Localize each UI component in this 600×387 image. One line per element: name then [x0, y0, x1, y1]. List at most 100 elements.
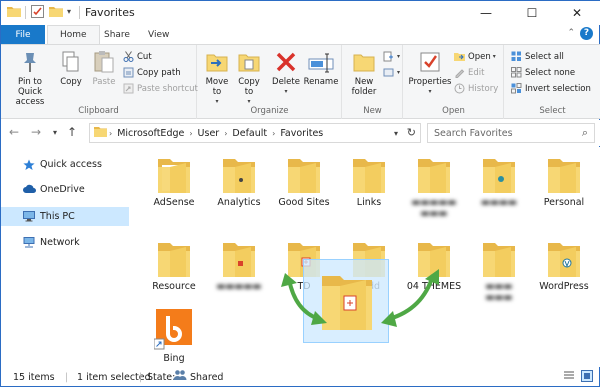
star-icon [23, 159, 35, 171]
status-divider: | [139, 371, 143, 383]
breadcrumb-separator[interactable]: › [224, 129, 227, 138]
refresh-icon[interactable]: ↻ [407, 126, 416, 139]
up-arrow-icon[interactable]: ↑ [67, 125, 77, 139]
details-view-icon[interactable] [563, 370, 575, 385]
invert-selection-button[interactable]: Invert selection [511, 83, 591, 94]
search-input[interactable]: Search Favorites ⌕ [427, 123, 595, 143]
edit-label: Edit [468, 67, 485, 78]
folder-item[interactable]: Resource [139, 239, 209, 292]
properties-quick-icon[interactable] [31, 5, 44, 18]
move-to-button[interactable]: Move to ▾ [202, 49, 232, 107]
breadcrumb-root-separator[interactable]: › [109, 129, 112, 138]
minimize-button[interactable]: — [463, 1, 509, 25]
new-folder-quick-icon[interactable] [49, 5, 63, 17]
folder-icon [156, 239, 192, 279]
select-all-button[interactable]: Select all [511, 51, 564, 62]
status-divider: | [65, 371, 69, 383]
select-none-button[interactable]: Select none [511, 67, 575, 78]
breadcrumb-separator[interactable]: › [189, 129, 192, 138]
rename-button[interactable]: Rename [304, 49, 338, 87]
customize-toolbar-icon[interactable]: ▾ [67, 7, 71, 16]
folder-item[interactable]: WordPress [529, 239, 599, 292]
folder-item[interactable]: ▬▬▬▬▬ ▬▬▬ [399, 155, 469, 219]
copy-path-icon [123, 67, 134, 78]
folder-item[interactable]: Links [334, 155, 404, 208]
recent-locations-icon[interactable]: ▾ [53, 128, 57, 137]
ribbon-tabs: File Home Share View ⌃ ? [1, 25, 600, 44]
folder-icon [156, 155, 192, 195]
status-state-label: State: [147, 371, 176, 383]
delete-button[interactable]: Delete ▾ [270, 49, 302, 97]
new-item-button[interactable]: ▾ [383, 51, 400, 62]
scissors-icon [123, 51, 134, 62]
open-button[interactable]: Open ▾ [454, 51, 496, 62]
folder-label: Personal [543, 197, 585, 208]
breadcrumb-user[interactable]: User [198, 128, 220, 139]
folder-icon [481, 239, 517, 279]
tab-view[interactable]: View [136, 25, 181, 44]
folder-item[interactable]: ▬▬▬▬ [464, 155, 534, 208]
forward-arrow-icon[interactable]: → [31, 125, 41, 139]
title-divider [79, 6, 80, 19]
breadcrumb-default[interactable]: Default [232, 128, 267, 139]
folder-item[interactable]: Personal [529, 155, 599, 208]
tab-file[interactable]: File [1, 25, 45, 44]
address-row: ← → ▾ ↑ › MicrosoftEdge › User › Default… [1, 120, 600, 146]
address-bar[interactable]: › MicrosoftEdge › User › Default › Favor… [89, 123, 421, 143]
nav-label-network: Network [40, 237, 80, 248]
rename-label: Rename [303, 77, 339, 87]
collapse-ribbon-icon[interactable]: ⌃ [567, 28, 575, 38]
paste-button[interactable]: Paste [89, 49, 119, 87]
folder-item[interactable]: ▬▬▬▬▬ [204, 239, 274, 292]
help-icon[interactable]: ? [580, 27, 593, 40]
breadcrumb-favorites[interactable]: Favorites [280, 128, 323, 139]
properties-button[interactable]: Properties ▾ [408, 49, 452, 97]
select-none-icon [511, 67, 522, 78]
nav-item-network[interactable]: Network [1, 233, 129, 252]
delete-label: Delete [272, 77, 300, 87]
select-group-label: Select [539, 106, 566, 116]
status-state-value: Shared [190, 371, 224, 383]
open-icon [454, 51, 465, 62]
shortcut-item-bing[interactable]: Bing [139, 307, 209, 364]
folder-label: WordPress [539, 281, 589, 292]
search-placeholder: Search Favorites [434, 127, 513, 139]
copy-path-button[interactable]: Copy path [123, 67, 181, 78]
breadcrumb-separator[interactable]: › [272, 129, 275, 138]
maximize-button[interactable]: ☐ [509, 1, 555, 25]
history-icon [454, 83, 465, 94]
cut-button[interactable]: Cut [123, 51, 152, 62]
move-to-label: Move to [205, 77, 229, 97]
edit-icon [454, 67, 465, 78]
paste-icon [91, 49, 117, 75]
edit-button[interactable]: Edit [454, 67, 484, 78]
breadcrumb-microsoftedge[interactable]: MicrosoftEdge [117, 128, 184, 139]
invert-selection-label: Invert selection [525, 83, 591, 94]
easy-access-button[interactable]: ▾ [383, 67, 400, 78]
history-button[interactable]: History [454, 83, 498, 94]
folder-icon [481, 155, 517, 195]
nav-item-this-pc[interactable]: This PC [1, 207, 129, 226]
nav-item-onedrive[interactable]: OneDrive [1, 180, 129, 199]
pin-quick-access-button[interactable]: Pin to Quick access [5, 49, 55, 107]
title-bar: ▾ Favorites — ☐ ✕ [1, 1, 600, 25]
folder-label-obscured: ▬▬▬▬▬ ▬▬▬ [411, 197, 457, 219]
nav-item-quick-access[interactable]: Quick access [1, 155, 129, 174]
back-arrow-icon[interactable]: ← [9, 125, 19, 139]
large-icons-view-icon[interactable] [581, 370, 593, 385]
folder-item[interactable]: AdSense [139, 155, 209, 208]
organize-group: Move to ▾ Copy to ▾ Delete ▾ Rename Orga… [198, 45, 342, 119]
new-folder-button[interactable]: New folder [347, 49, 381, 97]
folder-item[interactable]: ▬▬▬ ▬▬▬ [464, 239, 534, 303]
folder-label-obscured: ▬▬▬▬ [481, 197, 517, 208]
folder-item[interactable]: Good Sites [269, 155, 339, 208]
folder-icon [221, 155, 257, 195]
folder-item[interactable]: Analytics [204, 155, 274, 208]
address-history-dropdown-icon[interactable]: ▾ [394, 129, 398, 138]
paste-shortcut-button[interactable]: Paste shortcut [123, 83, 198, 94]
copy-to-button[interactable]: Copy to ▾ [234, 49, 264, 107]
history-label: History [468, 83, 499, 94]
close-button[interactable]: ✕ [554, 1, 600, 25]
tab-share[interactable]: Share [92, 25, 142, 44]
copy-button[interactable]: Copy [57, 49, 85, 87]
